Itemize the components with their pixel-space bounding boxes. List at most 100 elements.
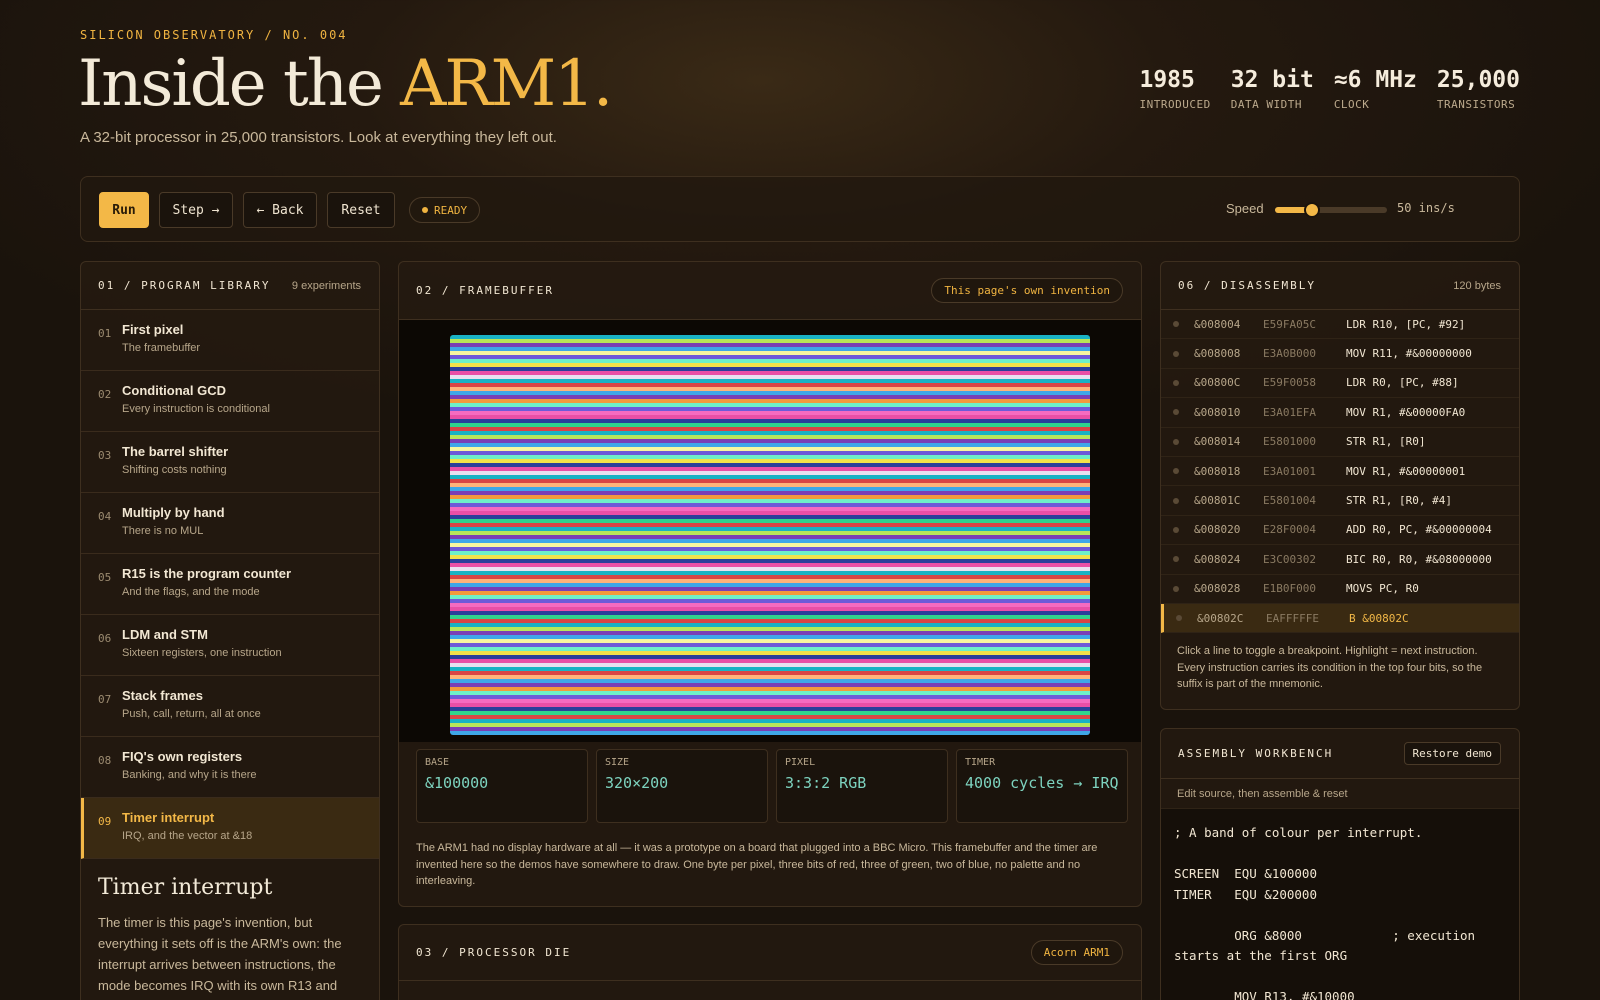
framebuffer-panel: 02 / FRAMEBUFFER This page's own inventi… [398, 261, 1142, 907]
stat-label: INTRODUCED [1139, 98, 1211, 111]
stat-timer: TIMER 4000 cycles → IRQ [956, 749, 1128, 823]
item-subtitle: Push, call, return, all at once [122, 708, 261, 720]
row-address: &008028 [1194, 582, 1241, 596]
row-address: &008020 [1194, 523, 1241, 537]
row-opcode: EAFFFFFE [1266, 611, 1319, 625]
row-address: &008024 [1194, 552, 1241, 566]
item-number: 08 [98, 754, 112, 767]
item-subtitle: Every instruction is conditional [122, 403, 270, 415]
row-instruction: MOV R1, #&00000FA0 [1346, 405, 1466, 419]
item-number: 04 [98, 510, 112, 523]
breakpoint-icon[interactable] [1173, 321, 1179, 328]
status-dot-icon [422, 207, 428, 213]
library-item-ldm-stm[interactable]: 06 LDM and STM Sixteen registers, one inst… [81, 615, 379, 676]
row-opcode: E3A01001 [1263, 464, 1316, 478]
status-badge: READY [409, 197, 481, 223]
stat-label: CLOCK [1333, 98, 1370, 111]
item-title: R15 is the program counter [122, 566, 292, 581]
framebuffer-note: The ARM1 had no display hardware at all … [416, 842, 1098, 887]
page-title: Inside the ARM1. [78, 46, 613, 122]
disassembly-row[interactable]: &008020 E28F0004 ADD R0, PC, #&00000004 [1161, 516, 1519, 546]
disassembly-row[interactable]: &008018 E3A01001 MOV R1, #&00000001 [1161, 457, 1519, 487]
library-item-barrel-shifter[interactable]: 03 The barrel shifter Shifting costs nothi… [81, 432, 379, 493]
row-instruction: ADD R0, PC, #&00000004 [1346, 523, 1492, 537]
item-number: 07 [98, 693, 112, 706]
disassembly-row[interactable]: &00802C EAFFFFFE B &00802C [1161, 603, 1519, 634]
item-number: 05 [98, 571, 112, 584]
row-address: &008014 [1194, 435, 1241, 449]
breakpoint-icon[interactable] [1173, 585, 1179, 592]
item-number: 03 [98, 449, 112, 462]
step-button[interactable]: Step → [159, 192, 233, 228]
disassembly-row[interactable]: &00801C E5801004 STR R1, [R0, #4] [1161, 486, 1519, 516]
library-item-conditional-gcd[interactable]: 02 Conditional GCD Every instruction is co… [81, 371, 379, 432]
library-item-fiq-registers[interactable]: 08 FIQ's own registers Banking, and why it… [81, 737, 379, 798]
item-subtitle: And the flags, and the mode [122, 586, 260, 598]
disassembly-row[interactable]: &008008 E3A0B000 MOV R11, #&00000000 [1161, 339, 1519, 369]
spec-stats: 1985 INTRODUCED 32 bit DATA WIDTH ≈6 MHz CL… [1139, 66, 1520, 111]
speed-slider-thumb[interactable] [1303, 202, 1320, 218]
stat-label: BASE [425, 757, 450, 768]
disassembly-panel: 06 / DISASSEMBLY 120 bytes &008004 E59FA0… [1160, 261, 1520, 710]
breakpoint-icon[interactable] [1173, 556, 1179, 563]
disassembly-row[interactable]: &008028 E1B0F000 MOVS PC, R0 [1161, 575, 1519, 604]
breakpoint-icon[interactable] [1173, 409, 1179, 416]
chip-badge: Acorn ARM1 [1030, 940, 1123, 965]
item-number: 01 [98, 327, 112, 340]
breakpoint-icon[interactable] [1176, 615, 1182, 622]
back-button[interactable]: ← Back [243, 192, 317, 228]
row-address: &008004 [1194, 317, 1241, 331]
breakpoint-icon[interactable] [1173, 526, 1179, 533]
item-subtitle: IRQ, and the vector at &18 [122, 830, 253, 842]
breakpoint-icon[interactable] [1173, 468, 1179, 475]
disassembly-row[interactable]: &008024 E3C00302 BIC R0, R0, #&08000000 [1161, 545, 1519, 575]
item-subtitle: There is no MUL [122, 525, 204, 537]
item-title: Conditional GCD [122, 383, 226, 398]
row-opcode: E3A0B000 [1263, 347, 1316, 361]
row-instruction: B &00802C [1349, 611, 1409, 625]
row-address: &00801C [1194, 494, 1241, 508]
breakpoint-icon[interactable] [1173, 350, 1179, 357]
stat-introduced: 1985 INTRODUCED [1139, 66, 1210, 111]
row-instruction: LDR R10, [PC, #92] [1346, 317, 1466, 331]
row-instruction: MOV R11, #&00000000 [1346, 347, 1472, 361]
stat-value: 3:3:2 RGB [785, 774, 867, 792]
breakpoint-icon[interactable] [1173, 438, 1179, 445]
panel-header: ASSEMBLY WORKBENCH Restore demo [1161, 729, 1519, 779]
disassembly-row[interactable]: &008014 E5801000 STR R1, [R0] [1161, 428, 1519, 457]
panel-title: 01 / PROGRAM LIBRARY [98, 279, 271, 292]
stat-value: 25,000 [1436, 67, 1520, 93]
disassembly-row[interactable]: &00800C E59F0058 LDR R0, [PC, #88] [1161, 369, 1519, 399]
panel-header: 02 / FRAMEBUFFER This page's own inventi… [399, 262, 1141, 320]
stat-value: 4000 cycles → IRQ [965, 774, 1119, 792]
library-item-r15[interactable]: 05 R15 is the program counter And the flag… [81, 554, 379, 615]
item-title: FIQ's own registers [122, 749, 243, 764]
row-instruction: MOV R1, #&00000001 [1346, 464, 1466, 478]
item-title: LDM and STM [122, 627, 208, 642]
restore-demo-button[interactable]: Restore demo [1403, 742, 1501, 765]
item-title: Timer interrupt [122, 810, 215, 825]
library-item-first-pixel[interactable]: 01 First pixel The framebuffer [81, 310, 379, 371]
breakpoint-icon[interactable] [1173, 497, 1179, 504]
status-text: READY [434, 203, 468, 217]
speed-slider[interactable] [1275, 202, 1387, 218]
source-editor[interactable]: ; A band of colour per interrupt. SCREEN… [1161, 809, 1519, 1000]
breakpoint-icon[interactable] [1173, 379, 1179, 386]
experiment-count: 9 experiments [291, 279, 361, 292]
stat-label: TRANSISTORS [1436, 98, 1516, 111]
row-opcode: E59FA05C [1263, 317, 1316, 331]
framebuffer-display [399, 320, 1141, 742]
disassembly-row[interactable]: &008004 E59FA05C LDR R10, [PC, #92] [1161, 310, 1519, 340]
row-instruction: STR R1, [R0, #4] [1346, 494, 1452, 508]
library-item-multiply[interactable]: 04 Multiply by hand There is no MUL [81, 493, 379, 554]
item-subtitle: The framebuffer [122, 342, 201, 354]
stat-label: SIZE [605, 757, 630, 768]
run-button[interactable]: Run [99, 192, 149, 228]
disassembly-row[interactable]: &008010 E3A01EFA MOV R1, #&00000FA0 [1161, 398, 1519, 428]
item-title: Stack frames [122, 688, 203, 703]
row-instruction: MOVS PC, R0 [1346, 582, 1419, 596]
library-item-timer-interrupt[interactable]: 09 Timer interrupt IRQ, and the vector at … [81, 798, 379, 859]
reset-button[interactable]: Reset [327, 192, 395, 228]
row-instruction: LDR R0, [PC, #88] [1346, 376, 1459, 390]
library-item-stack-frames[interactable]: 07 Stack frames Push, call, return, all at… [81, 676, 379, 737]
